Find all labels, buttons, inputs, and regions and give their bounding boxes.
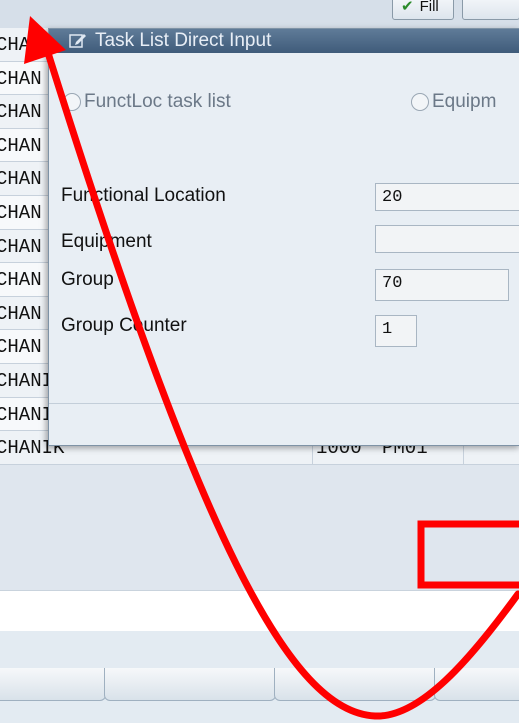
task-list-dialog: Task List Direct Input FunctLoc task lis… bbox=[48, 28, 519, 446]
edit-icon bbox=[69, 34, 86, 48]
radio-equipment-task-list[interactable]: Equipm bbox=[411, 91, 496, 113]
bottom-tab-bar bbox=[0, 668, 519, 702]
group-label: Group bbox=[61, 269, 114, 290]
tab[interactable] bbox=[434, 668, 519, 701]
group-input[interactable]: 70 bbox=[375, 269, 509, 301]
group-counter-label: Group Counter bbox=[61, 315, 187, 336]
equipment-label: Equipment bbox=[61, 231, 152, 252]
highlight-rectangle bbox=[417, 520, 519, 589]
status-area bbox=[0, 590, 519, 631]
radio-funcloc-task-list[interactable]: FunctLoc task list bbox=[63, 91, 231, 113]
application-toolbar: ✔ Fill bbox=[0, 0, 519, 28]
equipment-input[interactable] bbox=[375, 225, 519, 253]
dialog-divider bbox=[49, 403, 519, 404]
tab[interactable] bbox=[274, 668, 436, 701]
radio-button[interactable] bbox=[63, 93, 81, 111]
radio-button[interactable] bbox=[411, 93, 429, 111]
tab[interactable] bbox=[104, 668, 276, 701]
toolbar-button[interactable] bbox=[462, 0, 519, 20]
functional-location-label: Functional Location bbox=[61, 185, 226, 206]
functional-location-input[interactable]: 20 bbox=[375, 183, 519, 211]
dialog-title: Task List Direct Input bbox=[95, 30, 272, 51]
group-counter-input[interactable]: 1 bbox=[375, 315, 417, 347]
fill-button[interactable]: ✔ Fill bbox=[392, 0, 454, 20]
checkmark-icon: ✔ bbox=[401, 0, 414, 15]
tab[interactable] bbox=[0, 668, 106, 701]
dialog-title-bar: Task List Direct Input bbox=[49, 29, 519, 53]
